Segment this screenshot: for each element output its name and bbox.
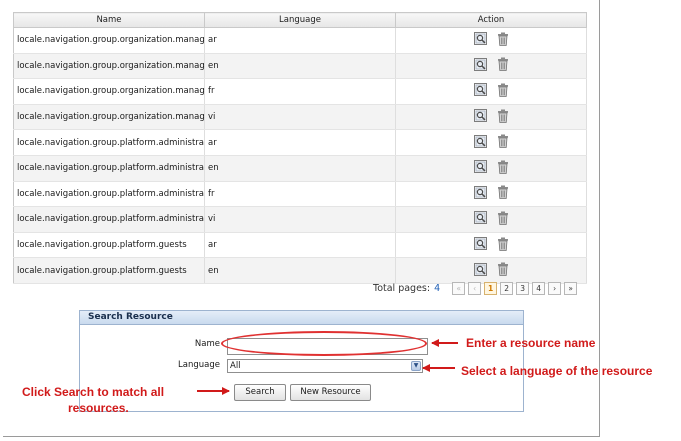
annotation-select-language: Select a language of the resource	[461, 364, 653, 378]
annotation-enter-name: Enter a resource name	[466, 336, 596, 350]
annotation-click-search-line2: resources.	[68, 401, 129, 415]
annotation-click-search-line1: Click Search to match all	[22, 385, 165, 399]
